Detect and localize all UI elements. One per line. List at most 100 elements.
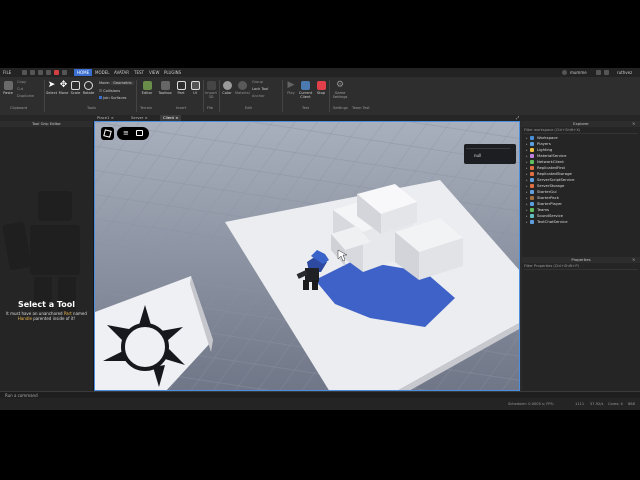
properties-filter-input[interactable]: Filter Properties (Ctrl+Shift+P) [524,264,638,270]
fps-stat: 1111 [575,402,585,406]
cube-icon [176,81,186,90]
status-bar: Scheduler: 0.0005 s; FPS: 1111 57.92/s C… [0,398,640,410]
scheduler-stat: Scheduler: 0.0005 s; FPS: [508,402,554,406]
service-icon [530,214,534,218]
current-client-label: Current Client [298,91,313,99]
rotate-tool-button[interactable]: Rotate [82,81,95,95]
edit-group-label: Edit [245,106,252,110]
close-icon[interactable]: × [632,121,635,126]
mode-label: Mode: [99,81,111,85]
play-icon: ▶ [287,80,295,90]
stop-icon [316,81,326,90]
panel-title: Tool Grip Editor [0,121,93,127]
explorer-item-label: StarterGui [537,189,557,194]
terrain-editor-button[interactable]: Editor [140,81,154,95]
explorer-item[interactable]: ▸ TextChatService [526,219,568,225]
gear-icon: ⚙ [335,80,345,90]
file-menu[interactable]: FILE [3,70,11,75]
cut-button[interactable]: Cut [17,87,23,91]
ui-button[interactable]: UI [189,81,201,95]
client-icon [301,81,310,90]
checkbox-icon [99,89,102,92]
collisions-label: Collisions [103,89,121,93]
stop-button[interactable]: Stop [315,81,327,95]
undo-icon[interactable] [22,70,27,75]
join-surfaces-toggle[interactable]: Join Surfaces [99,96,126,100]
user-name[interactable]: ruthvez [617,70,632,75]
redo-icon[interactable] [30,70,35,75]
divider [282,80,283,112]
select-label: Select [46,91,58,95]
scale-tool-button[interactable]: Scale [70,81,81,95]
import-icon [206,81,216,90]
tab-home[interactable]: HOME [74,69,93,76]
settings-icon[interactable] [62,70,67,75]
close-icon[interactable]: × [632,257,635,262]
tools-group-label: Tools [87,106,96,110]
tab-label: Client [163,115,174,120]
explorer-item-label: Lighting [537,147,553,152]
explorer-item-label: MaterialService [537,153,567,158]
bell-icon[interactable] [596,70,601,75]
chat-window[interactable]: null [464,144,516,164]
anchor-button[interactable]: Anchor [252,94,265,98]
explorer-filter-input[interactable]: Filter workspace (Ctrl+Shift+X) [524,128,638,134]
service-icon [530,166,534,170]
color-button[interactable]: Color [221,81,233,95]
tab-avatar[interactable]: AVATAR [114,70,129,75]
explorer-item-label: SoundService [537,213,563,218]
material-label: Material [235,91,250,95]
explorer-item-label: NetworkClient [537,159,564,164]
rotate-label: Rotate [82,91,95,95]
desc-text: parented inside of it! [31,316,76,321]
rate-stat: 57.92/s [590,402,604,406]
lock-tool-label: Lock Tool [252,87,269,91]
properties-title: Properties [522,257,640,263]
mode-selector[interactable]: Mode: Geometric [99,81,134,85]
import-3d-button[interactable]: Import 3D [205,81,217,99]
chat-icon[interactable] [136,130,143,136]
select-tool-button[interactable]: ➤ Select [46,81,58,96]
group-button[interactable]: Group [252,80,263,84]
roblox-logo-icon [103,129,112,138]
scale-label: Scale [70,91,81,95]
roblox-menu-button[interactable] [101,127,114,140]
toolbox-label: Toolbox [158,91,172,95]
help-icon[interactable] [604,70,609,75]
3d-viewport[interactable]: ≡ null [94,121,520,391]
explorer-item-label: TextChatService [537,219,568,224]
duplicate-button[interactable]: Duplicate [17,94,34,98]
terrain-group-label: Terrain [140,106,153,110]
game-settings-button[interactable]: ⚙ Game Settings [331,80,349,100]
material-button[interactable]: Material [235,81,250,95]
hamburger-menu-icon[interactable]: ≡ [123,130,129,137]
share-icon[interactable] [562,70,567,75]
topbar-buttons: ≡ [117,127,149,140]
tab-plugins[interactable]: PLUGINS [164,70,181,75]
menu-bar: FILE HOME MODEL AVATAR TEST VIEW PLUGINS… [0,68,640,77]
toolbox-button[interactable]: Toolbox [158,81,172,95]
record-icon[interactable] [54,70,59,75]
editor-label: Editor [141,91,153,95]
part-label: Part [177,91,185,95]
service-icon [530,208,534,212]
current-client-button[interactable]: Current Client [298,81,313,99]
import-label: Import 3D [205,91,217,99]
move-tool-button[interactable]: ✥ Move [58,81,69,96]
checkbox-icon [99,96,102,99]
memory-stat: 868 [628,402,635,406]
copy-button[interactable]: Copy [17,80,26,84]
terrain-icon [142,81,152,90]
collisions-toggle[interactable]: Collisions [99,89,120,93]
tab-model[interactable]: MODEL [95,70,109,75]
color-label: Color [222,91,232,95]
paste-button[interactable]: Paste [3,81,13,95]
play-button[interactable]: ▶ Play [285,80,297,96]
save-icon[interactable] [38,70,43,75]
publish-icon[interactable] [46,70,51,75]
part-button[interactable]: Part [175,81,187,95]
lock-tool-button[interactable]: Lock Tool [252,87,268,91]
tab-test[interactable]: TEST [134,70,144,75]
tab-view[interactable]: VIEW [149,70,159,75]
file-group-label: File [207,106,214,110]
